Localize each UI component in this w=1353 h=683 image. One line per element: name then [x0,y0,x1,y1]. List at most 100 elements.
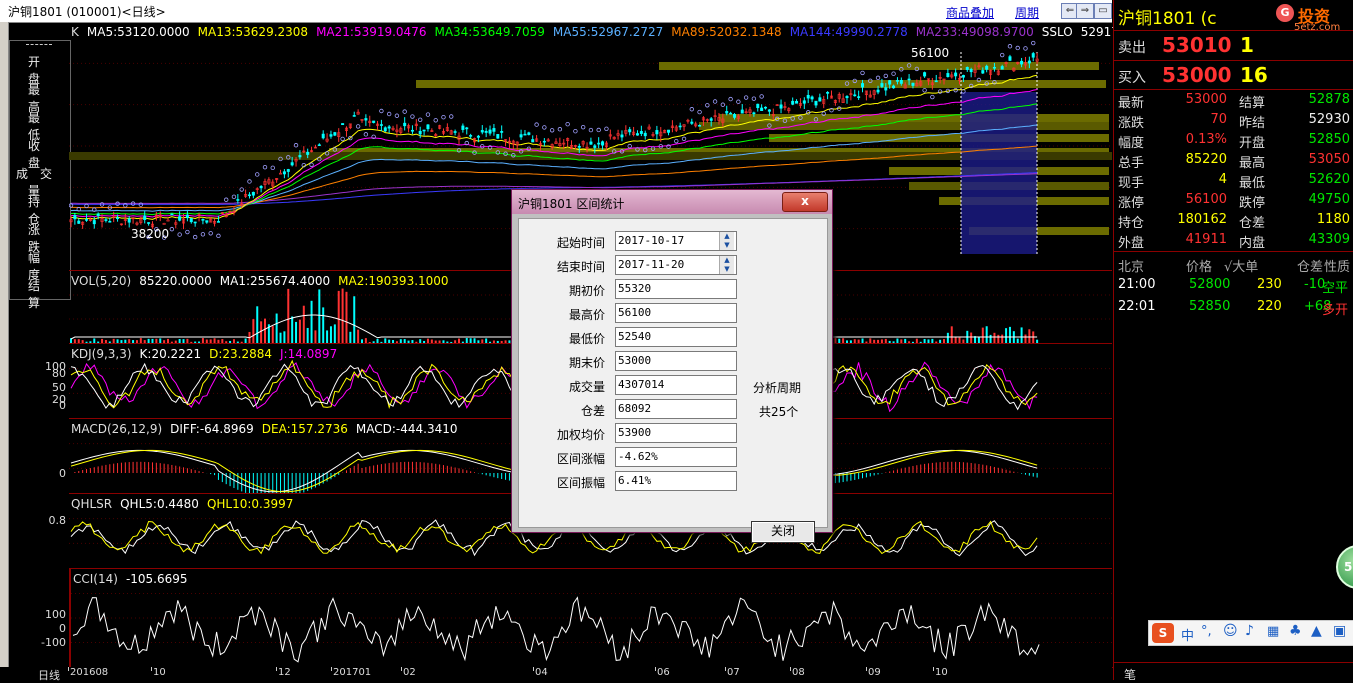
quote-label: 现手 [1118,176,1145,191]
menu-item-field[interactable]: 涨 跌 [10,221,70,254]
punctuation-icon[interactable]: °, [1201,624,1212,639]
quote-label: 仓差 [1239,216,1266,231]
quote-value: 49750 [1308,192,1350,207]
stat-value-field[interactable]: 53900 [615,423,737,443]
legend-item: QHL10:0.3997 [206,497,294,511]
menu-item-field[interactable]: 幅 度 [10,249,70,282]
quote-label: 涨跌 [1118,116,1145,131]
legend-item: D:23.2884 [209,347,272,361]
logo-icon: G [1276,4,1294,22]
y-tick-label: 0 [59,399,66,412]
interval-stats-dialog: 沪铜1801 区间统计 x 起始时间 2017-10-17 ▲ ▼ 结束时间 2017-1… [511,189,833,543]
stat-value-field[interactable]: 6.41% [615,471,737,491]
stat-label: 最高价 [568,308,605,322]
quote-label: 内盘 [1239,236,1266,251]
dialog-body: 起始时间 2017-10-17 ▲ ▼ 结束时间 2017-11-20 ▲ ▼ 期初价 55320… [518,218,828,543]
menu-item-field[interactable]: 最 高 [10,81,70,114]
stat-value-field[interactable]: 68092 [615,399,737,419]
dialog-close-button[interactable]: 关闭 [751,521,815,543]
overlay-commodity-link[interactable]: 商品叠加 [946,4,994,21]
stat-value-field[interactable]: 53000 [615,351,737,371]
y-tick-label: 80 [52,367,66,380]
ime-toolbar[interactable]: S 中 °, ☺ ♪ ▦ ♣ ▲ ▣ [1148,620,1353,646]
tick-volume: 230 [1257,277,1282,292]
y-tick-label: -100 [41,636,66,649]
x-tick-label: 02 [403,667,416,678]
quote-value: 41911 [1185,232,1227,247]
stat-value-field[interactable]: -4.62% [615,447,737,467]
chart-title: 沪铜1801 (010001)<日线> [8,5,166,19]
menu-item-field[interactable]: 最 低 [10,109,70,142]
dialog-title-bar[interactable]: 沪铜1801 区间统计 x [512,190,832,214]
stat-value-field[interactable]: 4307014 [615,375,737,395]
ime-mode-toggle[interactable]: 中 [1181,625,1194,644]
tick-price: 52800 [1189,277,1231,292]
quote-label: 最高 [1239,156,1266,171]
legend-item: DIFF:-64.8969 [170,422,254,436]
x-tick-label: 12 [278,667,291,678]
tick-time: 21:00 [1118,277,1156,292]
legend-item: 85220.0000 [139,274,212,288]
dialog-close-x-button[interactable]: x [782,192,828,212]
cci-chart-canvas [71,593,1112,663]
quote-value: 1180 [1316,212,1350,227]
tick-tab[interactable]: 笔 [1124,666,1136,683]
tick-column-header: 仓差 [1297,260,1324,275]
legend-item: J:14.0897 [280,347,338,361]
left-tool-strip[interactable] [0,22,9,680]
x-tick-label: 201608 [70,667,109,678]
quote-value: 0.13% [1185,132,1227,147]
restore-window-button[interactable]: ▭ [1094,3,1112,19]
quote-row: 总手 85220 最高 53050 [1114,152,1353,172]
analysis-period-value: 共25个 [759,405,799,419]
skin-icon[interactable]: ♣ [1289,623,1302,639]
chart-title-bar: 沪铜1801 (010001)<日线> 商品叠加 周期 ⇐ ⇒ ▭ [0,0,1112,23]
bid-price: 53000 [1162,63,1232,87]
keyboard-icon[interactable]: ▦ [1267,624,1279,639]
tick-price: 52850 [1189,299,1231,314]
stat-value-field[interactable]: 56100 [615,303,737,323]
time-axis: 日线 201608 10 12 201701 02 04 06 07 08 09 10 [0,667,1112,682]
x-tick-label: 06 [657,667,670,678]
emoji-icon[interactable]: ☺ [1223,623,1238,639]
stat-label: 期初价 [568,284,605,298]
contract-name: 沪铜1801 (c [1118,9,1217,29]
y-tick-label: 0 [59,467,66,480]
menu-item-field[interactable]: 结 算 [10,277,70,310]
menu-item-field[interactable]: 持 仓 [10,193,70,226]
stat-label: 仓差 [580,404,605,418]
stat-value-field[interactable]: 55320 [615,279,737,299]
legend-item: MA1:255674.4000 [219,274,331,288]
microphone-icon[interactable]: ♪ [1245,623,1254,639]
shirt-icon[interactable]: ▲ [1311,623,1322,639]
sogou-logo-icon[interactable]: S [1152,623,1174,643]
legend-item: K [71,25,79,39]
legend-item: CCI(14) [73,572,118,586]
quote-value: 52878 [1308,92,1350,107]
legend-item: MACD(26,12,9) [71,422,163,436]
float-ball-widget[interactable]: 52 [1336,545,1353,589]
quote-value: 56100 [1185,192,1227,207]
legend-item: MA89:52032.1348 [671,25,782,39]
date-spinner[interactable]: ▲ ▼ [719,256,734,274]
menu-item-field[interactable]: 收 盘 [10,137,70,170]
quote-label: 最低 [1239,176,1266,191]
x-tick-label: 201701 [333,667,372,678]
quote-label: 幅度 [1118,136,1145,151]
quote-value: 52930 [1308,112,1350,127]
date-spinner[interactable]: ▲ ▼ [719,232,734,250]
scroll-right-button[interactable]: ⇒ [1076,3,1094,19]
period-link[interactable]: 周期 [1015,4,1039,21]
cci-panel[interactable]: CCI(14) -105.6695 [69,569,1114,668]
price-field-menu: 开 盘最 高最 低收 盘成交量持 仓涨 跌幅 度结 算 [9,40,71,310]
menu-item-field[interactable]: 开 盘 [10,53,70,86]
high-price-label: 56100 [911,46,950,60]
quote-panel: 沪铜1801 (c G 投资 5etz.com 卖出 53010 1 买入 53… [1113,0,1353,683]
quote-label: 最新 [1118,96,1145,111]
quote-value: 53050 [1308,152,1350,167]
quote-row: 现手 4 最低 52620 [1114,172,1353,192]
kdj-legend: KDJ(9,3,3) K:20.2221 D:23.2884 J:14.0897 [71,347,345,361]
menu-item-field[interactable]: 成交量 [10,165,70,198]
stat-value-field[interactable]: 52540 [615,327,737,347]
toolbox-icon[interactable]: ▣ [1333,623,1346,639]
